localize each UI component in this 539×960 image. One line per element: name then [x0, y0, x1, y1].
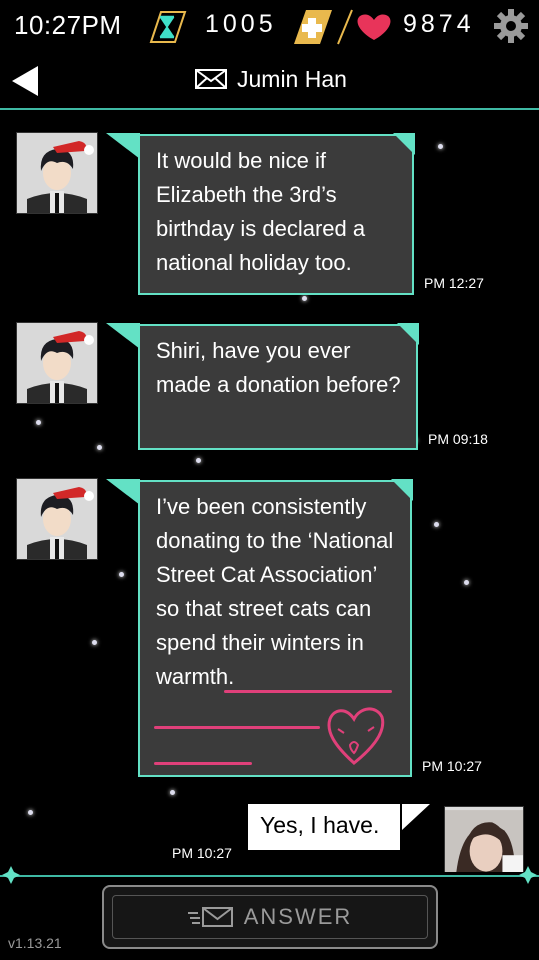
- envelope-send-icon: [187, 907, 233, 927]
- star-decoration: [36, 420, 41, 425]
- hourglass-icon: [145, 10, 187, 44]
- message-time: PM 09:18: [428, 431, 488, 447]
- avatar-jumin[interactable]: [16, 322, 98, 404]
- reply-tail-decoration: [402, 804, 430, 830]
- envelope-icon: [195, 69, 227, 89]
- answer-button-inner[interactable]: ANSWER: [112, 895, 428, 939]
- status-bar: 10:27PM 1005 9874: [0, 0, 539, 50]
- chat-area[interactable]: It would be nice if Elizabeth the 3rd’s …: [0, 110, 539, 872]
- reply-bubble: Yes, I have.: [248, 804, 400, 850]
- reply-text: Yes, I have.: [260, 812, 380, 838]
- star-decoration: [92, 640, 97, 645]
- heart-count: 9874: [403, 10, 475, 38]
- star-decoration: [97, 445, 102, 450]
- star-decoration: [119, 572, 124, 577]
- heart-icon: [336, 8, 396, 46]
- message-text: I’ve been consistently donating to the ‘…: [156, 494, 394, 689]
- hourglass-count: 1005: [205, 10, 277, 38]
- chat-header: Jumin Han: [0, 50, 539, 110]
- avatar-jumin[interactable]: [16, 132, 98, 214]
- scribble-heart-icon: [327, 707, 385, 765]
- answer-label: ANSWER: [243, 904, 353, 929]
- message-time: PM 10:27: [422, 758, 482, 774]
- star-decoration: [464, 580, 469, 585]
- message-text: Shiri, have you ever made a donation bef…: [156, 338, 401, 397]
- gear-icon[interactable]: [493, 8, 529, 44]
- message-time: PM 10:27: [172, 845, 232, 861]
- answer-button[interactable]: ANSWER: [102, 885, 438, 949]
- version-label: v1.13.21: [8, 935, 62, 951]
- star-decoration: [434, 522, 439, 527]
- bottom-divider: [0, 875, 539, 877]
- message-bubble: Shiri, have you ever made a donation bef…: [106, 323, 419, 450]
- star-decoration: [170, 790, 175, 795]
- message-bubble: It would be nice if Elizabeth the 3rd’s …: [106, 133, 415, 295]
- contact-name: Jumin Han: [237, 65, 347, 92]
- annotation-underline: [224, 690, 392, 693]
- annotation-underline: [154, 726, 320, 729]
- clock-time: 10:27PM: [14, 10, 122, 40]
- plus-icon[interactable]: [286, 8, 334, 46]
- star-decoration: [196, 458, 201, 463]
- avatar-jumin[interactable]: [16, 478, 98, 560]
- chat-title: Jumin Han: [195, 64, 347, 94]
- message-time: PM 12:27: [424, 275, 484, 291]
- star-decoration: [302, 296, 307, 301]
- annotation-underline: [154, 762, 252, 765]
- back-arrow-icon[interactable]: [10, 64, 40, 98]
- avatar-me[interactable]: [444, 806, 524, 872]
- message-text: It would be nice if Elizabeth the 3rd’s …: [156, 148, 366, 275]
- diamond-decoration: [2, 866, 20, 884]
- star-decoration: [438, 144, 443, 149]
- star-decoration: [28, 810, 33, 815]
- diamond-decoration: [519, 866, 537, 884]
